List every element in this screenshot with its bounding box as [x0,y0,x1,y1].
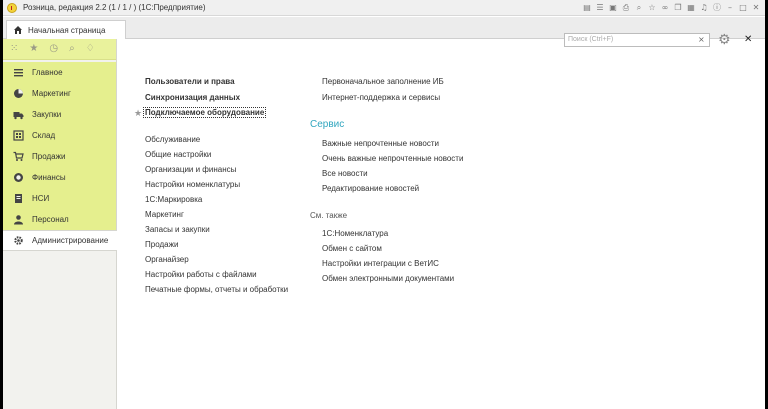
settings-gear-icon[interactable]: ⚙ [718,32,731,48]
sidebar-item-marketing[interactable]: Маркетинг [3,83,116,104]
print-icon[interactable]: ⎙ [621,2,631,13]
copy-icon[interactable]: ❐ [673,2,683,13]
link-nomenclature-settings[interactable]: Настройки номенклатуры [145,180,240,189]
tab-home[interactable]: Начальная страница [6,20,126,39]
warehouse-icon [13,130,24,141]
link-print-forms[interactable]: Печатные формы, отчеты и обработки [145,285,288,294]
sidebar: ⁙ ★ ◷ ⌕ ♢ Главное Маркетинг Закупки Скла… [3,39,117,409]
sidebar-toolbar: ⁙ ★ ◷ ⌕ ♢ [3,39,116,60]
panel-icon[interactable]: ▤ [582,2,592,13]
history-icon[interactable]: ◷ [49,44,58,54]
search-icon[interactable]: ⌕ [69,44,75,54]
calc-icon[interactable]: ▦ [686,2,696,13]
minimize-icon[interactable]: – [725,2,735,13]
sidebar-list: Главное Маркетинг Закупки Склад Продажи … [3,60,117,251]
sidebar-item-label: Склад [32,131,56,140]
link-general-settings[interactable]: Общие настройки [145,150,211,159]
find-icon[interactable]: ⌕ [634,2,644,13]
sidebar-item-main[interactable]: Главное [3,62,116,83]
reference-icon [15,194,22,203]
coins-icon [14,173,23,182]
sidebar-item-label: Маркетинг [32,89,71,98]
sidebar-item-label: Главное [32,68,63,77]
bell-icon[interactable]: ♫ [699,2,709,13]
close-page-icon[interactable]: ✕ [744,34,752,45]
app-window: Розница, редакция 2.2 (1 / 1 / ) (1С:Пре… [3,0,765,409]
gear-icon [14,236,23,245]
star-icon[interactable]: ★ [29,44,38,54]
section-title-service: Сервис [310,119,345,130]
link-initial-fill[interactable]: Первоначальное заполнение ИБ [322,77,444,86]
sidebar-item-warehouse[interactable]: Склад [3,125,116,146]
restore-icon[interactable]: □ [738,2,748,13]
link-very-important-news[interactable]: Очень важные непрочтенные новости [322,154,463,163]
window-title: Розница, редакция 2.2 (1 / 1 / ) (1С:Пре… [23,3,206,12]
link-edit-news[interactable]: Редактирование новостей [322,184,419,193]
sidebar-item-label: Финансы [32,173,66,182]
sidebar-item-label: Продажи [32,152,66,161]
sidebar-item-nsi[interactable]: НСИ [3,188,116,209]
pie-icon [14,89,23,98]
link-data-sync[interactable]: Синхронизация данных [145,93,240,102]
link-maintenance[interactable]: Обслуживание [145,135,200,144]
link-organizer[interactable]: Органайзер [145,255,189,264]
search-placeholder: Поиск (Ctrl+F) [568,36,614,43]
favorite-star-icon[interactable]: ★ [134,109,142,119]
title-bar: Розница, редакция 2.2 (1 / 1 / ) (1С:Пре… [3,0,765,16]
sidebar-item-label: Персонал [32,215,69,224]
link-connected-equipment[interactable]: Подключаемое оборудование [143,107,267,118]
link-marketing[interactable]: Маркетинг [145,210,184,219]
link-file-settings[interactable]: Настройки работы с файлами [145,270,257,279]
link-important-news[interactable]: Важные непрочтенные новости [322,139,439,148]
link-stocks-purchases[interactable]: Запасы и закупки [145,225,210,234]
link-all-news[interactable]: Все новости [322,169,368,178]
link-icon[interactable]: ∞ [660,2,670,13]
search-clear-icon[interactable]: × [698,35,705,44]
link-1c-nomenclature[interactable]: 1С:Номенклатура [322,229,388,238]
truck-icon [13,112,24,120]
titlebar-toolbar: ▤ ☰ ▣ ⎙ ⌕ ☆ ∞ ❐ ▦ ♫ ⓘ – □ ✕ [582,2,761,13]
home-icon [14,26,22,34]
favorite-icon[interactable]: ☆ [647,2,657,13]
main-content: Поиск (Ctrl+F) × ⚙ ✕ Пользователи и прав… [118,32,765,409]
grid-icon[interactable]: ⁙ [10,44,18,54]
bell-icon[interactable]: ♢ [86,44,95,54]
close-icon[interactable]: ✕ [751,2,761,13]
sidebar-item-purchases[interactable]: Закупки [3,104,116,125]
list-icon [14,69,23,77]
person-icon [14,215,23,225]
sidebar-item-staff[interactable]: Персонал [3,209,116,230]
info-icon[interactable]: ⓘ [712,2,722,13]
sidebar-item-label: Закупки [32,110,62,119]
tab-home-label: Начальная страница [28,25,106,35]
cart-icon [13,151,24,161]
link-organizations-finance[interactable]: Организации и финансы [145,165,236,174]
link-vetis-settings[interactable]: Настройки интеграции с ВетИС [322,259,439,268]
link-users-rights[interactable]: Пользователи и права [145,77,235,86]
link-site-exchange[interactable]: Обмен с сайтом [322,244,382,253]
section-title-see-also: См. также [310,211,348,220]
link-sales[interactable]: Продажи [145,240,178,249]
sidebar-item-label: НСИ [32,194,50,203]
sidebar-item-label: Администрирование [32,236,109,245]
sidebar-item-administration[interactable]: Администрирование [3,230,117,251]
sidebar-item-finance[interactable]: Финансы [3,167,116,188]
app-logo-icon [7,3,17,13]
menu-icon[interactable]: ☰ [595,2,605,13]
sidebar-item-sales[interactable]: Продажи [3,146,116,167]
save-icon[interactable]: ▣ [608,2,618,13]
link-marking[interactable]: 1С:Маркировка [145,195,202,204]
link-internet-support[interactable]: Интернет-поддержка и сервисы [322,93,440,102]
link-edocs-exchange[interactable]: Обмен электронными документами [322,274,454,283]
search-input[interactable]: Поиск (Ctrl+F) [564,33,710,47]
